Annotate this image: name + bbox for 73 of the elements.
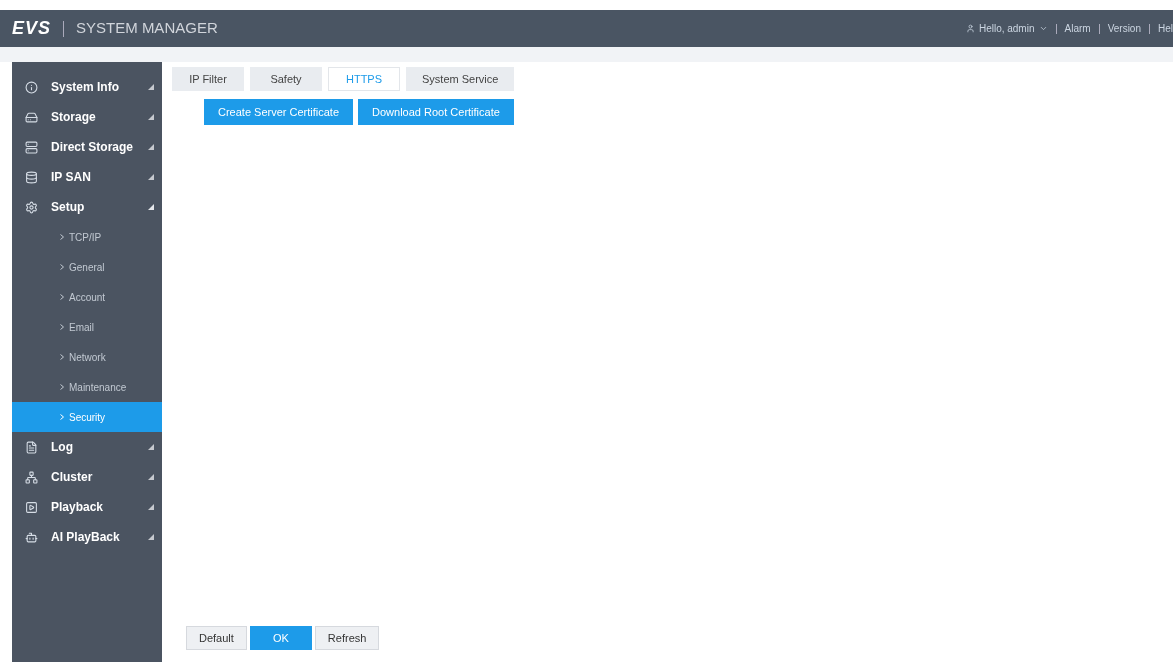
menu-label: Storage xyxy=(51,109,96,126)
submenu-label: General xyxy=(69,260,105,275)
user-menu[interactable]: Hello, admin xyxy=(965,21,1048,36)
user-icon xyxy=(965,24,975,33)
robot-icon xyxy=(25,530,38,544)
submenu-item[interactable]: TCP/IP xyxy=(12,222,162,252)
chevron-icon xyxy=(60,294,64,300)
secondary-button[interactable]: Refresh xyxy=(314,626,380,650)
tab[interactable]: IP Filter xyxy=(172,67,244,91)
header-link[interactable]: Alarm xyxy=(1064,21,1091,36)
submenu-label: Network xyxy=(69,350,106,365)
database-icon xyxy=(25,170,38,184)
submenu-item[interactable]: Account xyxy=(12,282,162,312)
corner-arrow-icon xyxy=(148,444,154,450)
submenu-item[interactable]: Maintenance xyxy=(12,372,162,402)
action-button[interactable]: Create Server Certificate xyxy=(204,99,354,125)
corner-arrow-icon xyxy=(148,204,154,210)
menu-item[interactable]: Playback xyxy=(12,492,162,522)
tab[interactable]: System Service xyxy=(406,67,515,91)
menu-item[interactable]: Direct Storage xyxy=(12,132,162,162)
chevron-icon xyxy=(60,414,64,420)
server-icon xyxy=(25,140,38,154)
menu-item[interactable]: Log xyxy=(12,432,162,462)
app-title: SYSTEM MANAGER xyxy=(76,18,218,39)
play-icon xyxy=(25,500,38,514)
corner-arrow-icon xyxy=(148,534,154,540)
corner-arrow-icon xyxy=(148,474,154,480)
corner-arrow-icon xyxy=(148,504,154,510)
menu-label: Setup xyxy=(51,199,85,216)
caret-icon xyxy=(1038,24,1048,33)
submenu-item[interactable]: General xyxy=(12,252,162,282)
submenu-label: Account xyxy=(69,290,106,305)
document-icon xyxy=(25,440,38,454)
tab[interactable]: Safety xyxy=(250,67,322,91)
menu-label: Cluster xyxy=(51,469,93,486)
tab[interactable]: HTTPS xyxy=(328,67,400,91)
action-button[interactable]: Download Root Certificate xyxy=(358,99,514,125)
menu-label: Log xyxy=(51,439,73,456)
menu-item[interactable]: IP SAN xyxy=(12,162,162,192)
settings-icon xyxy=(25,200,38,214)
chevron-icon xyxy=(60,354,64,360)
menu-item[interactable]: AI PlayBack xyxy=(12,522,162,552)
menu-label: IP SAN xyxy=(51,169,91,186)
menu-label: Direct Storage xyxy=(51,139,134,156)
chevron-icon xyxy=(60,384,64,390)
submenu-item[interactable]: Security xyxy=(12,402,162,432)
menu-item[interactable]: System Info xyxy=(12,72,162,102)
header-link[interactable]: Hel xyxy=(1158,21,1173,36)
corner-arrow-icon xyxy=(148,114,154,120)
chevron-icon xyxy=(60,264,64,270)
corner-arrow-icon xyxy=(148,144,154,150)
info-icon xyxy=(25,80,38,94)
secondary-button[interactable]: Default xyxy=(186,626,247,650)
chevron-icon xyxy=(60,324,64,330)
menu-item[interactable]: Storage xyxy=(12,102,162,132)
corner-arrow-icon xyxy=(148,84,154,90)
menu-label: System Info xyxy=(51,79,119,96)
menu-label: AI PlayBack xyxy=(51,529,120,546)
corner-arrow-icon xyxy=(148,174,154,180)
submenu-label: Security xyxy=(69,410,106,425)
submenu-label: Email xyxy=(69,320,94,335)
chevron-icon xyxy=(60,234,64,240)
primary-button[interactable]: OK xyxy=(249,626,312,650)
submenu-label: TCP/IP xyxy=(69,230,102,245)
network-icon xyxy=(25,470,38,484)
menu-item[interactable]: Setup xyxy=(12,192,162,222)
menu-item[interactable]: Cluster xyxy=(12,462,162,492)
logo: EVS xyxy=(12,17,52,40)
submenu-label: Maintenance xyxy=(69,380,127,395)
header-link[interactable]: Version xyxy=(1107,21,1141,36)
submenu-item[interactable]: Network xyxy=(12,342,162,372)
menu-label: Playback xyxy=(51,499,104,516)
submenu-item[interactable]: Email xyxy=(12,312,162,342)
